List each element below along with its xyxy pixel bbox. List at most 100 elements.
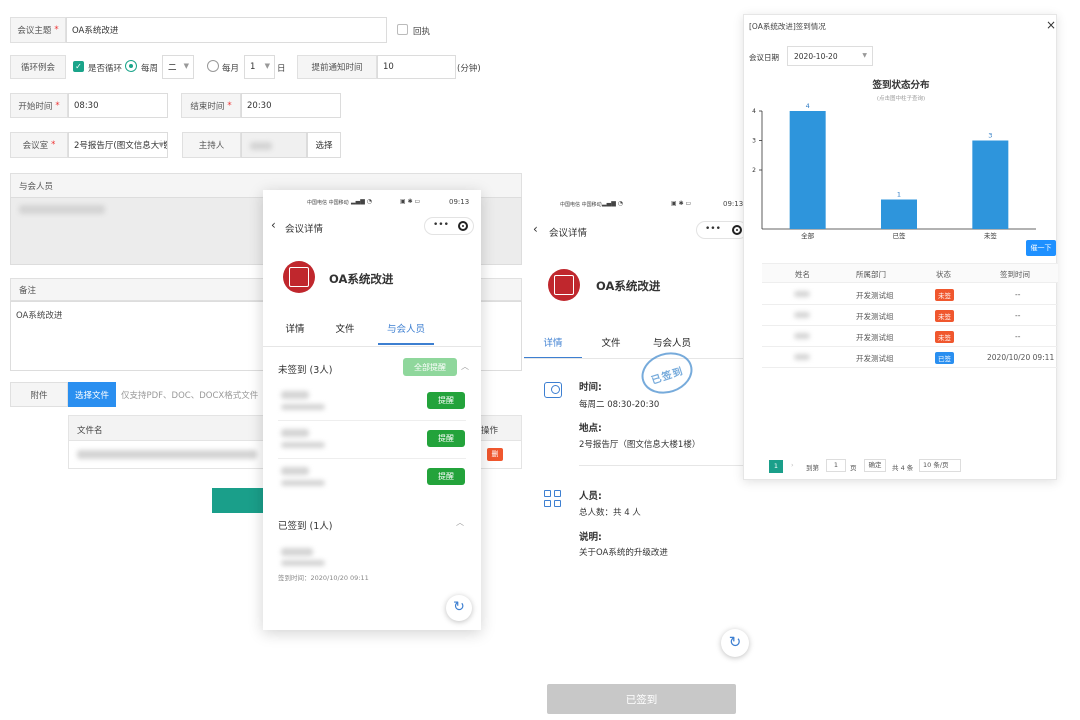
mini-program-capsule[interactable]: ••• [696,221,748,239]
chevron-right-icon[interactable]: › [791,461,794,469]
monthly-label: 每月 [222,64,240,74]
mini-program-capsule[interactable]: ••• [424,217,474,235]
desc-label: 说明: [579,532,602,543]
nav-title: 会议详情 [285,224,324,235]
attendee-name-blurred [19,205,105,214]
phone-attendees-view: 中国电信 中国移动 ▂▄▆ ◔ ▣ ✱ ▭ 09:13 ‹ 会议详情 ••• O… [263,190,481,630]
chevron-up-icon[interactable]: ︿ [461,361,469,372]
notify-unit: (分钟) [457,64,481,74]
signin-chart: 签到状态分布 (点击图中柱子查询) 2 3 4 4 全部 1 已签 3 未签 [744,73,1058,243]
table-row: 开发测试组 未签 -- [762,284,1058,305]
bar-全部[interactable] [789,111,826,229]
row-signin-time: 2020/10/20 09:11 [987,353,1055,362]
place-label: 地点: [579,423,602,434]
topic-label: 会议主题 * [10,17,66,43]
signed-button[interactable]: 已签到 [547,684,736,714]
clock-calendar-icon [544,382,562,398]
more-icon[interactable]: ••• [705,224,721,234]
attendee-name-blurred [281,429,309,437]
date-label: 会议日期 [749,53,779,62]
dialog-title: [OA系统改进]签到情况 [749,22,826,31]
more-icon[interactable]: ••• [433,220,449,230]
row-name-blurred [794,333,810,339]
bar-未签[interactable] [972,140,1009,230]
desc-value: 关于OA系统的升级改进 [579,548,668,558]
is-recurring-checkbox[interactable]: ✓ [73,61,84,72]
weekly-label: 每周 [141,64,159,74]
y-tick-label: 3 [752,138,756,145]
topic-input[interactable]: OA系统改进 [66,17,387,43]
weekly-radio[interactable] [125,60,137,72]
weekday-select[interactable]: 二 ▼ [162,55,194,79]
page-size-select[interactable]: 10 条/页 [919,459,961,472]
close-circle-icon[interactable] [732,225,742,235]
row-dept: 开发测试组 [856,333,894,342]
row-signin-time: -- [1015,311,1021,320]
time-value: 每周二 08:30-20:30 [579,400,660,410]
chevron-up-icon[interactable]: ︿ [456,517,464,528]
bar-已签[interactable] [881,199,917,230]
room-select[interactable]: 2号报告厅(图文信息大楼 ▼ [68,132,168,158]
detail-tabs: 详情 文件 与会人员 [270,321,470,345]
start-time-input[interactable]: 08:30 [68,93,168,118]
tab-files[interactable]: 文件 [582,335,640,359]
row-name-blurred [794,354,810,360]
back-icon[interactable]: ‹ [533,222,538,236]
remind-button[interactable]: 提醒 [427,430,465,447]
list-item: 提醒 [278,423,466,459]
row-dept: 开发测试组 [856,312,894,321]
signin-dialog: [OA系统改进]签到情况 × 会议日期 2020-10-20 ▼ 签到状态分布 … [743,14,1058,480]
detail-tabs: 详情 文件 与会人员 [524,335,758,359]
x-tick-label: 未签 [984,231,998,240]
attendee-name-blurred [281,391,309,399]
page-1[interactable]: 1 [769,460,783,473]
tab-details[interactable]: 详情 [270,321,320,345]
delete-file-button[interactable]: 删 [487,448,503,461]
remind-button[interactable]: 提醒 [427,468,465,485]
select-host-button[interactable]: 选择 [307,132,341,158]
close-circle-icon[interactable] [458,221,468,231]
remind-button[interactable]: 催一下 [1026,240,1056,256]
end-time-input[interactable]: 20:30 [241,93,341,118]
recurring-label: 循环例会 [10,55,66,79]
host-input[interactable] [241,132,307,158]
row-signin-time: -- [1015,290,1021,299]
attendee-id-blurred [281,480,325,486]
remind-all-button[interactable]: 全部提醒 [403,358,457,376]
status-badge: 已签 [935,352,954,364]
refresh-button[interactable]: ↻ [721,629,749,657]
bar-value-label: 4 [806,102,810,110]
refresh-button[interactable]: ↻ [446,595,472,621]
tab-details[interactable]: 详情 [524,335,582,359]
time-label: 时间: [579,382,602,393]
date-select[interactable]: 2020-10-20 ▼ [787,46,873,66]
x-tick-label: 全部 [801,231,815,240]
close-icon[interactable]: × [1046,18,1056,32]
goto-page-input[interactable]: 1 [826,459,846,472]
signal-icon: ▂▄▆ ◔ [602,200,623,207]
tab-files[interactable]: 文件 [320,321,370,345]
receipt-checkbox[interactable] [397,24,408,35]
file-hint: 仅支持PDF、DOC、DOCX格式文件 [121,391,259,401]
file-name-blurred [77,450,257,459]
table-row: 开发测试组 未签 -- [762,305,1058,326]
notify-input[interactable]: 10 [377,55,456,79]
confirm-button[interactable]: 确定 [864,459,886,472]
y-tick-label: 2 [752,167,756,174]
back-icon[interactable]: ‹ [271,218,276,232]
choose-file-button[interactable]: 选择文件 [68,382,116,407]
pagination: 1 › 到第 1 页 确定 共 4 条 10 条/页 [766,458,1056,474]
attendee-name-blurred [281,548,313,556]
remind-button[interactable]: 提醒 [427,392,465,409]
row-signin-time: -- [1015,332,1021,341]
unsigned-section-title: 未签到 (3人) [278,365,333,376]
monthday-select[interactable]: 1 ▼ [244,55,275,79]
start-time-label: 开始时间 * [10,93,68,118]
meeting-title: OA系统改进 [329,272,394,286]
nav-title: 会议详情 [549,228,588,239]
signed-section-title: 已签到 (1人) [278,521,333,532]
tab-attendees[interactable]: 与会人员 [378,321,434,345]
attendee-id-blurred [281,560,325,566]
monthly-radio[interactable] [207,60,219,72]
chevron-down-icon: ▼ [158,141,164,149]
